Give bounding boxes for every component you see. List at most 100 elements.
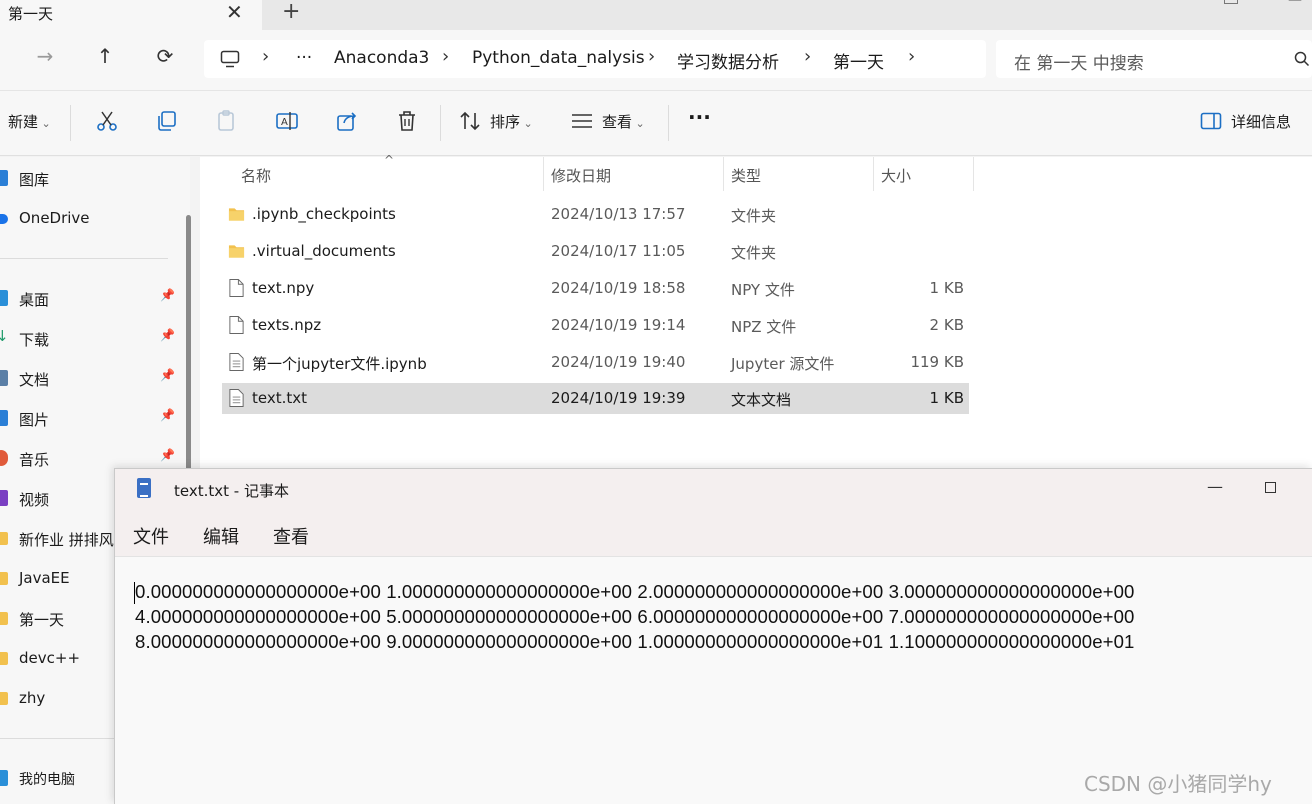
menu-view[interactable]: 查看 <box>273 523 309 549</box>
sidebar-item-label: devc++ <box>19 649 81 667</box>
sidebar-item-label: 第一天 <box>19 611 65 629</box>
pin-icon[interactable]: 📌 <box>160 288 175 302</box>
file-row[interactable]: text.npy 2024/10/19 18:58 NPY 文件 1 KB <box>222 273 969 304</box>
breadcrumb-item[interactable]: 第一天 <box>833 48 884 73</box>
pin-icon[interactable]: 📌 <box>160 328 175 342</box>
column-header-name[interactable]: 名称 <box>241 165 271 186</box>
notepad-icon <box>137 478 151 498</box>
minimize-icon[interactable]: — <box>1207 477 1223 496</box>
folder-icon <box>228 208 245 221</box>
column-header-date[interactable]: 修改日期 <box>551 165 611 186</box>
sidebar-item-documents[interactable]: 文档 📌 <box>0 367 178 391</box>
notepad-titlebar[interactable]: text.txt - 记事本 — <box>115 469 1312 509</box>
paste-icon[interactable] <box>215 109 239 133</box>
sidebar-item-label: 视频 <box>19 491 50 509</box>
file-type: NPY 文件 <box>731 281 795 299</box>
sidebar-item-label: 桌面 <box>19 291 50 309</box>
file-size: 119 KB <box>910 353 964 371</box>
sort-button-label: 排序 <box>490 113 521 131</box>
view-button[interactable]: 查看 ⌄ <box>602 111 645 132</box>
column-divider[interactable] <box>543 157 544 191</box>
sidebar-item-pictures[interactable]: 图片 📌 <box>0 407 178 431</box>
tab-current-folder[interactable]: 第一天 ✕ <box>0 0 262 30</box>
up-arrow-icon[interactable]: ↑ <box>90 44 120 68</box>
window-restore-icon[interactable] <box>1224 0 1238 4</box>
pin-icon[interactable]: 📌 <box>160 408 175 422</box>
sidebar-item-onedrive[interactable]: OneDrive <box>0 207 178 231</box>
search-input[interactable]: 在 第一天 中搜索 <box>996 40 1312 78</box>
computer-icon <box>0 770 8 786</box>
sidebar-item-label: JavaEE <box>19 569 70 587</box>
chevron-right-icon: › <box>804 46 812 67</box>
sidebar-item-label: zhy <box>19 689 46 707</box>
more-options-icon[interactable]: ··· <box>688 105 711 129</box>
desktop-icon <box>0 290 8 306</box>
address-bar[interactable]: › ··· Anaconda3 › Python_data_nalysis › … <box>204 40 986 78</box>
file-date: 2024/10/13 17:57 <box>551 205 686 223</box>
search-icon <box>1294 51 1310 67</box>
menu-edit[interactable]: 编辑 <box>203 523 239 549</box>
computer-icon <box>220 50 240 68</box>
sidebar-item-desktop[interactable]: 桌面 📌 <box>0 287 178 311</box>
file-row[interactable]: .ipynb_checkpoints 2024/10/13 17:57 文件夹 <box>222 199 969 230</box>
folder-icon <box>0 652 8 665</box>
maximize-icon[interactable] <box>1265 482 1276 493</box>
file-row[interactable]: 第一个jupyter文件.ipynb 2024/10/19 19:40 Jupy… <box>222 347 969 378</box>
file-type: NPZ 文件 <box>731 318 797 336</box>
new-tab-icon[interactable]: + <box>282 0 300 24</box>
breadcrumb-item[interactable]: 学习数据分析 <box>677 48 779 73</box>
column-divider[interactable] <box>723 157 724 191</box>
menu-file[interactable]: 文件 <box>133 523 169 549</box>
breadcrumb-item[interactable]: Anaconda3 <box>334 48 429 68</box>
file-row-selected[interactable]: text.txt 2024/10/19 19:39 文本文档 1 KB <box>222 383 969 414</box>
folder-icon <box>0 612 8 625</box>
pin-icon[interactable]: 📌 <box>160 448 175 462</box>
sidebar-divider <box>0 258 168 259</box>
forward-arrow-icon[interactable]: → <box>30 44 60 68</box>
delete-icon[interactable] <box>395 109 419 133</box>
toolbar-divider <box>440 105 441 141</box>
sort-button[interactable]: 排序 ⌄ <box>490 111 533 132</box>
details-button[interactable]: 详细信息 <box>1231 111 1291 132</box>
column-header-size[interactable]: 大小 <box>881 165 911 186</box>
file-date: 2024/10/19 18:58 <box>551 279 686 297</box>
breadcrumb-item[interactable]: Python_data_nalysis <box>472 48 645 68</box>
file-row[interactable]: texts.npz 2024/10/19 19:14 NPZ 文件 2 KB <box>222 310 969 341</box>
column-header-type[interactable]: 类型 <box>731 165 761 186</box>
address-row: → ↑ ⟳ › ··· Anaconda3 › Python_data_naly… <box>0 30 1312 90</box>
breadcrumb-overflow[interactable]: ··· <box>296 48 312 68</box>
refresh-icon[interactable]: ⟳ <box>150 44 180 68</box>
search-placeholder: 在 第一天 中搜索 <box>1014 54 1144 74</box>
file-size: 1 KB <box>929 389 964 407</box>
sidebar-item-label: 新作业 拼排风 <box>19 531 114 549</box>
cut-icon[interactable] <box>95 109 119 133</box>
sidebar-item-label: 文档 <box>19 371 50 389</box>
file-name: .virtual_documents <box>252 242 396 260</box>
file-date: 2024/10/19 19:14 <box>551 316 686 334</box>
chevron-down-icon: ⌄ <box>632 117 645 130</box>
column-divider[interactable] <box>873 157 874 191</box>
chevron-right-icon: › <box>648 46 656 67</box>
documents-icon <box>0 370 8 386</box>
file-type: 文本文档 <box>731 391 792 409</box>
toolbar-divider <box>70 105 71 141</box>
sidebar-item-label: 音乐 <box>19 451 50 469</box>
copy-icon[interactable] <box>155 109 179 133</box>
sidebar-item-gallery[interactable]: 图库 <box>0 167 178 191</box>
notepad-title: text.txt - 记事本 <box>174 482 289 500</box>
window-close-icon[interactable]: — <box>1288 0 1302 8</box>
sort-icon <box>460 111 480 131</box>
pin-icon[interactable]: 📌 <box>160 368 175 382</box>
tab-close-icon[interactable]: ✕ <box>226 0 243 24</box>
folder-icon <box>0 572 8 585</box>
tab-bar: 第一天 ✕ + — <box>0 0 1312 30</box>
rename-icon[interactable]: A <box>275 109 299 133</box>
notepad-menubar: 文件 编辑 查看 <box>115 509 1312 557</box>
chevron-right-icon: › <box>262 46 270 67</box>
new-button[interactable]: 新建 ⌄ <box>8 111 51 132</box>
sidebar-item-downloads[interactable]: ↓ 下载 📌 <box>0 327 178 351</box>
share-icon[interactable] <box>335 109 359 133</box>
svg-text:A: A <box>281 117 288 128</box>
column-divider[interactable] <box>973 157 974 191</box>
file-row[interactable]: .virtual_documents 2024/10/17 11:05 文件夹 <box>222 236 969 267</box>
